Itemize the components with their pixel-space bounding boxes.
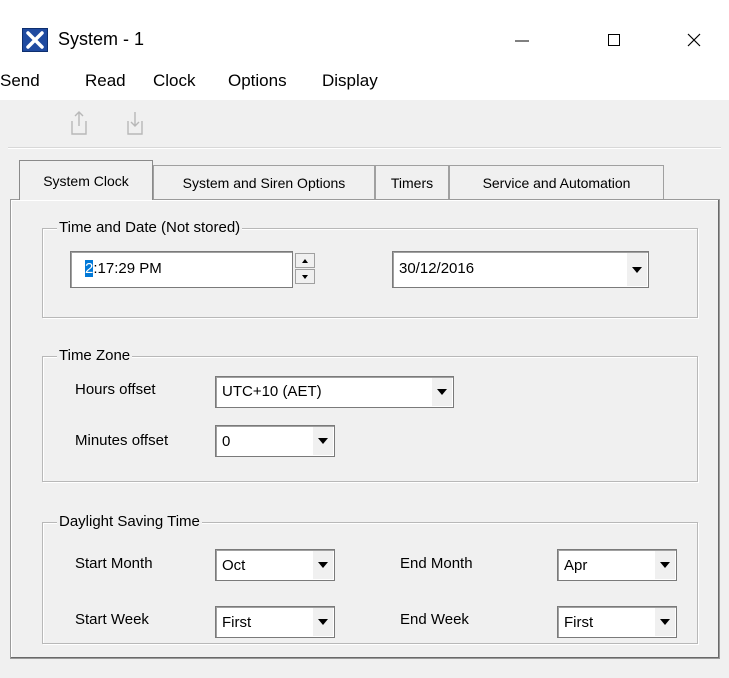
minutes-offset-dropdown-button[interactable] <box>313 427 333 455</box>
minutes-offset-value: 0 <box>222 433 231 450</box>
hours-offset-dropdown-button[interactable] <box>432 378 452 406</box>
minimize-icon <box>515 40 529 42</box>
hours-offset-select[interactable]: UTC+10 (AET) <box>215 376 454 408</box>
chevron-down-icon <box>318 562 328 568</box>
menu-bar: Send Read Clock Options Display <box>0 60 729 101</box>
date-value: 30/12/2016 <box>399 260 475 277</box>
end-week-select[interactable]: First <box>557 606 677 638</box>
hours-offset-label: Hours offset <box>75 381 156 398</box>
app-icon <box>22 28 48 52</box>
start-week-value: First <box>222 614 252 631</box>
maximize-button[interactable] <box>590 20 638 60</box>
tab-service-and-automation[interactable]: Service and Automation <box>449 165 664 199</box>
chevron-down-icon <box>632 266 642 273</box>
end-month-select[interactable]: Apr <box>557 549 677 581</box>
toolbar-divider <box>8 147 721 149</box>
start-month-select[interactable]: Oct <box>215 549 335 581</box>
chevron-down-icon <box>318 438 328 444</box>
minutes-offset-select[interactable]: 0 <box>215 425 335 457</box>
title-bar: System - 1 <box>0 0 729 60</box>
chevron-down-icon <box>437 389 447 395</box>
menu-send[interactable]: Send <box>0 71 40 91</box>
start-month-label: Start Month <box>75 555 153 572</box>
chevron-down-icon <box>660 562 670 568</box>
spin-up-button[interactable] <box>295 253 315 268</box>
minutes-offset-label: Minutes offset <box>75 432 169 449</box>
end-week-dropdown-button[interactable] <box>655 608 675 636</box>
end-month-dropdown-button[interactable] <box>655 551 675 579</box>
menu-display[interactable]: Display <box>322 71 378 91</box>
start-month-value: Oct <box>222 557 246 574</box>
window-title: System - 1 <box>58 29 145 49</box>
time-spinner[interactable] <box>295 253 315 285</box>
close-button[interactable] <box>670 20 718 60</box>
spin-up-icon <box>302 258 308 263</box>
start-week-label: Start Week <box>75 611 149 628</box>
end-week-label: End Week <box>400 611 469 628</box>
dst-group-label: Daylight Saving Time <box>57 513 202 531</box>
menu-options[interactable]: Options <box>228 71 287 91</box>
tab-timers[interactable]: Timers <box>375 165 449 199</box>
end-month-label: End Month <box>400 555 473 572</box>
time-field[interactable]: 2:17:29 PM <box>70 251 293 288</box>
date-picker[interactable]: 30/12/2016 <box>392 251 649 288</box>
toolbar <box>0 101 729 147</box>
start-week-dropdown-button[interactable] <box>313 608 333 636</box>
upload-icon[interactable] <box>67 109 91 139</box>
menu-read[interactable]: Read <box>85 71 126 91</box>
spin-down-button[interactable] <box>295 269 315 284</box>
maximize-icon <box>608 34 620 46</box>
tab-system-clock[interactable]: System Clock <box>19 160 153 200</box>
close-icon <box>687 33 701 47</box>
end-month-value: Apr <box>564 557 588 574</box>
time-date-group-label: Time and Date (Not stored) <box>57 219 243 237</box>
end-week-value: First <box>564 614 594 631</box>
start-month-dropdown-button[interactable] <box>313 551 333 579</box>
date-dropdown-button[interactable] <box>627 253 647 286</box>
start-week-select[interactable]: First <box>215 606 335 638</box>
download-icon[interactable] <box>123 109 147 139</box>
menu-clock[interactable]: Clock <box>153 71 196 91</box>
chevron-down-icon <box>660 619 670 625</box>
spin-down-icon <box>302 274 308 279</box>
time-zone-group <box>42 356 698 482</box>
time-field-rest: :17:29 PM <box>93 260 162 277</box>
tab-system-and-siren-options[interactable]: System and Siren Options <box>153 165 375 199</box>
chevron-down-icon <box>318 619 328 625</box>
time-zone-group-label: Time Zone <box>57 347 133 365</box>
hours-offset-value: UTC+10 (AET) <box>222 383 322 400</box>
minimize-button[interactable] <box>498 20 546 60</box>
